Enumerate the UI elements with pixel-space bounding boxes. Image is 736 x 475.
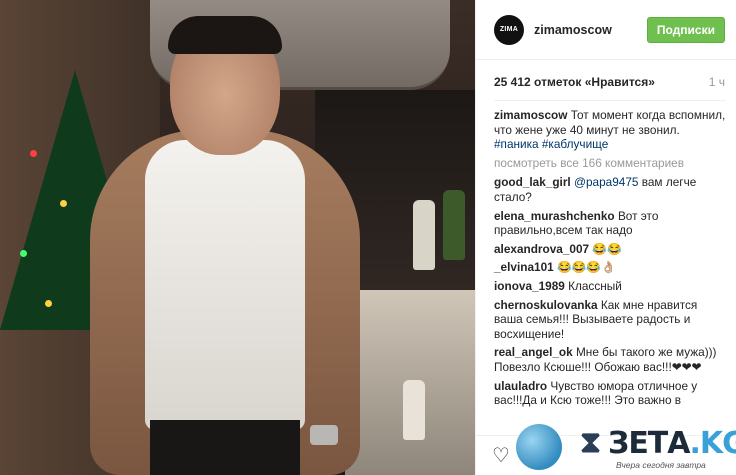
comment-username[interactable]: _elvina101 <box>494 260 554 274</box>
post-photo[interactable] <box>0 0 475 475</box>
comment-text: Классный <box>568 278 622 293</box>
bottle <box>443 190 465 260</box>
comment-row: elena_murashchenko Вот это правильно,все… <box>494 209 726 238</box>
post-header: ZIMA zimamoscow Подписки <box>476 0 736 60</box>
watermark-logo: ⧗ ЗЕТА.KG Вчера сегодня завтра <box>516 422 736 472</box>
caption-hashtags[interactable]: #паника #каблучище <box>494 137 608 151</box>
watermark-brand-name: ЗЕТА <box>608 426 690 461</box>
post-time[interactable]: 1 ч <box>709 75 725 89</box>
caption: zimamoscow Тот момент когда вспомнил, чт… <box>494 108 726 152</box>
view-all-comments-link[interactable]: посмотреть все 166 комментариев <box>494 156 726 171</box>
comment-row: real_angel_ok Мне бы такого же мужа))) П… <box>494 345 726 374</box>
tree-light <box>60 200 67 207</box>
person <box>90 16 360 475</box>
comment-username[interactable]: good_lak_girl <box>494 175 571 189</box>
hourglass-icon: ⧗ <box>580 426 602 459</box>
comment-row: ulauladro Чувство юмора отличное у вас!!… <box>494 379 726 408</box>
comment-username[interactable]: real_angel_ok <box>494 345 573 359</box>
trousers <box>150 420 300 475</box>
watermark-brand: ЗЕТА.KG <box>608 426 736 461</box>
white-shirt <box>145 140 305 430</box>
comment-text: 😂😂 <box>592 241 622 256</box>
instagram-post-view: ZIMA zimamoscow Подписки 25 412 отметок … <box>0 0 736 475</box>
comment-row: alexandrova_007 😂😂 <box>494 242 726 257</box>
wristwatch <box>310 425 338 445</box>
comment-username[interactable]: elena_murashchenko <box>494 209 615 223</box>
comment-mention[interactable]: @papa9475 <box>574 175 638 189</box>
likes-row: 25 412 отметок «Нравится» 1 ч <box>476 60 736 89</box>
tree-light <box>30 150 37 157</box>
hair <box>168 16 282 54</box>
comment-row: chernoskulovanka Как мне нравится ваша с… <box>494 298 726 342</box>
comment-username[interactable]: ionova_1989 <box>494 279 565 293</box>
comment-username[interactable]: chernoskulovanka <box>494 298 598 312</box>
watermark-brand-tld: .KG <box>689 426 736 461</box>
post-side-panel: ZIMA zimamoscow Подписки 25 412 отметок … <box>475 0 736 475</box>
likes-count[interactable]: 25 412 отметок «Нравится» <box>494 75 655 89</box>
caption-username[interactable]: zimamoscow <box>494 108 567 122</box>
tree-light <box>45 300 52 307</box>
comments-list: zimamoscow Тот момент когда вспомнил, чт… <box>476 101 736 408</box>
globe-icon <box>516 424 562 470</box>
tree-light <box>20 250 27 257</box>
bottle <box>403 380 425 440</box>
comment-username[interactable]: ulauladro <box>494 379 547 393</box>
follow-button[interactable]: Подписки <box>646 16 725 43</box>
avatar[interactable]: ZIMA <box>494 14 524 45</box>
username-link[interactable]: zimamoscow <box>534 23 647 37</box>
heart-outline-icon[interactable]: ♡ <box>492 443 510 468</box>
comment-row: ionova_1989 Классный <box>494 279 726 294</box>
comment-row: _elvina101 😂😂😂👌🏼 <box>494 260 726 275</box>
comment-row: good_lak_girl @papa9475 вам легче стало? <box>494 175 726 204</box>
bottle <box>413 200 435 270</box>
comment-text: 😂😂😂👌🏼 <box>556 260 616 275</box>
watermark-slogan: Вчера сегодня завтра <box>616 460 706 470</box>
comment-username[interactable]: alexandrova_007 <box>494 242 589 256</box>
